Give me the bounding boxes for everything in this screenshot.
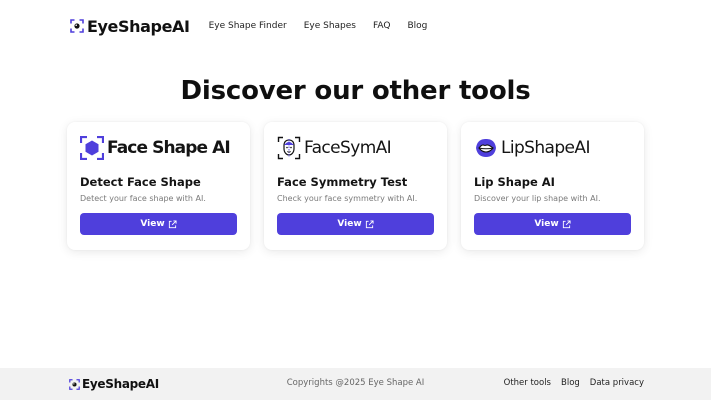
- top-nav: EyeShapeAI Eye Shape Finder Eye Shapes F…: [70, 15, 427, 37]
- tool-card-lip-shape: LipShapeAI Lip Shape AI Discover your li…: [461, 122, 644, 250]
- view-button-label: View: [534, 219, 559, 229]
- view-lip-shape-button[interactable]: View: [474, 213, 631, 235]
- face-scan-icon: [80, 136, 104, 160]
- face-symmetry-icon: [277, 136, 301, 160]
- view-button-label: View: [140, 219, 165, 229]
- nav-blog[interactable]: Blog: [407, 21, 427, 31]
- card-description: Discover your lip shape with AI.: [474, 194, 601, 203]
- nav-faq[interactable]: FAQ: [373, 21, 390, 31]
- footer-link-other-tools[interactable]: Other tools: [504, 378, 551, 388]
- external-link-icon: [365, 219, 374, 228]
- nav-eye-shape-finder[interactable]: Eye Shape Finder: [209, 21, 287, 31]
- face-shape-logo: Face Shape AI: [80, 135, 231, 161]
- card-title: Detect Face Shape: [80, 175, 201, 189]
- view-button-label: View: [337, 219, 362, 229]
- footer-link-data-privacy[interactable]: Data privacy: [590, 378, 644, 388]
- footer: EyeShapeAI Copyrights @2025 Eye Shape AI…: [0, 368, 711, 400]
- footer-links: Other tools Blog Data privacy: [504, 378, 644, 388]
- card-title: Lip Shape AI: [474, 175, 555, 189]
- card-description: Check your face symmetry with AI.: [277, 194, 418, 203]
- lipshape-logo: LipShapeAI: [474, 135, 590, 161]
- external-link-icon: [562, 219, 571, 228]
- view-face-symmetry-button[interactable]: View: [277, 213, 434, 235]
- external-link-icon: [168, 219, 177, 228]
- tool-card-face-symmetry: FaceSymAI Face Symmetry Test Check your …: [264, 122, 447, 250]
- brand-logo[interactable]: EyeShapeAI: [70, 17, 190, 36]
- nav-eye-shapes[interactable]: Eye Shapes: [304, 21, 356, 31]
- nav-links: Eye Shape Finder Eye Shapes FAQ Blog: [209, 21, 428, 31]
- facesym-logo: FaceSymAI: [277, 135, 392, 161]
- lipshape-logo-text: LipShapeAI: [501, 138, 590, 158]
- tool-card-face-shape: Face Shape AI Detect Face Shape Detect y…: [67, 122, 250, 250]
- brand-name: EyeShapeAI: [87, 16, 190, 36]
- view-face-shape-button[interactable]: View: [80, 213, 237, 235]
- lips-icon: [476, 139, 496, 157]
- eye-scan-icon: [70, 19, 84, 33]
- card-description: Detect your face shape with AI.: [80, 194, 206, 203]
- facesym-logo-text: FaceSymAI: [304, 138, 392, 158]
- card-title: Face Symmetry Test: [277, 175, 408, 189]
- page-title: Discover our other tools: [180, 76, 531, 106]
- face-shape-logo-text: Face Shape AI: [107, 138, 231, 158]
- footer-link-blog[interactable]: Blog: [561, 378, 580, 388]
